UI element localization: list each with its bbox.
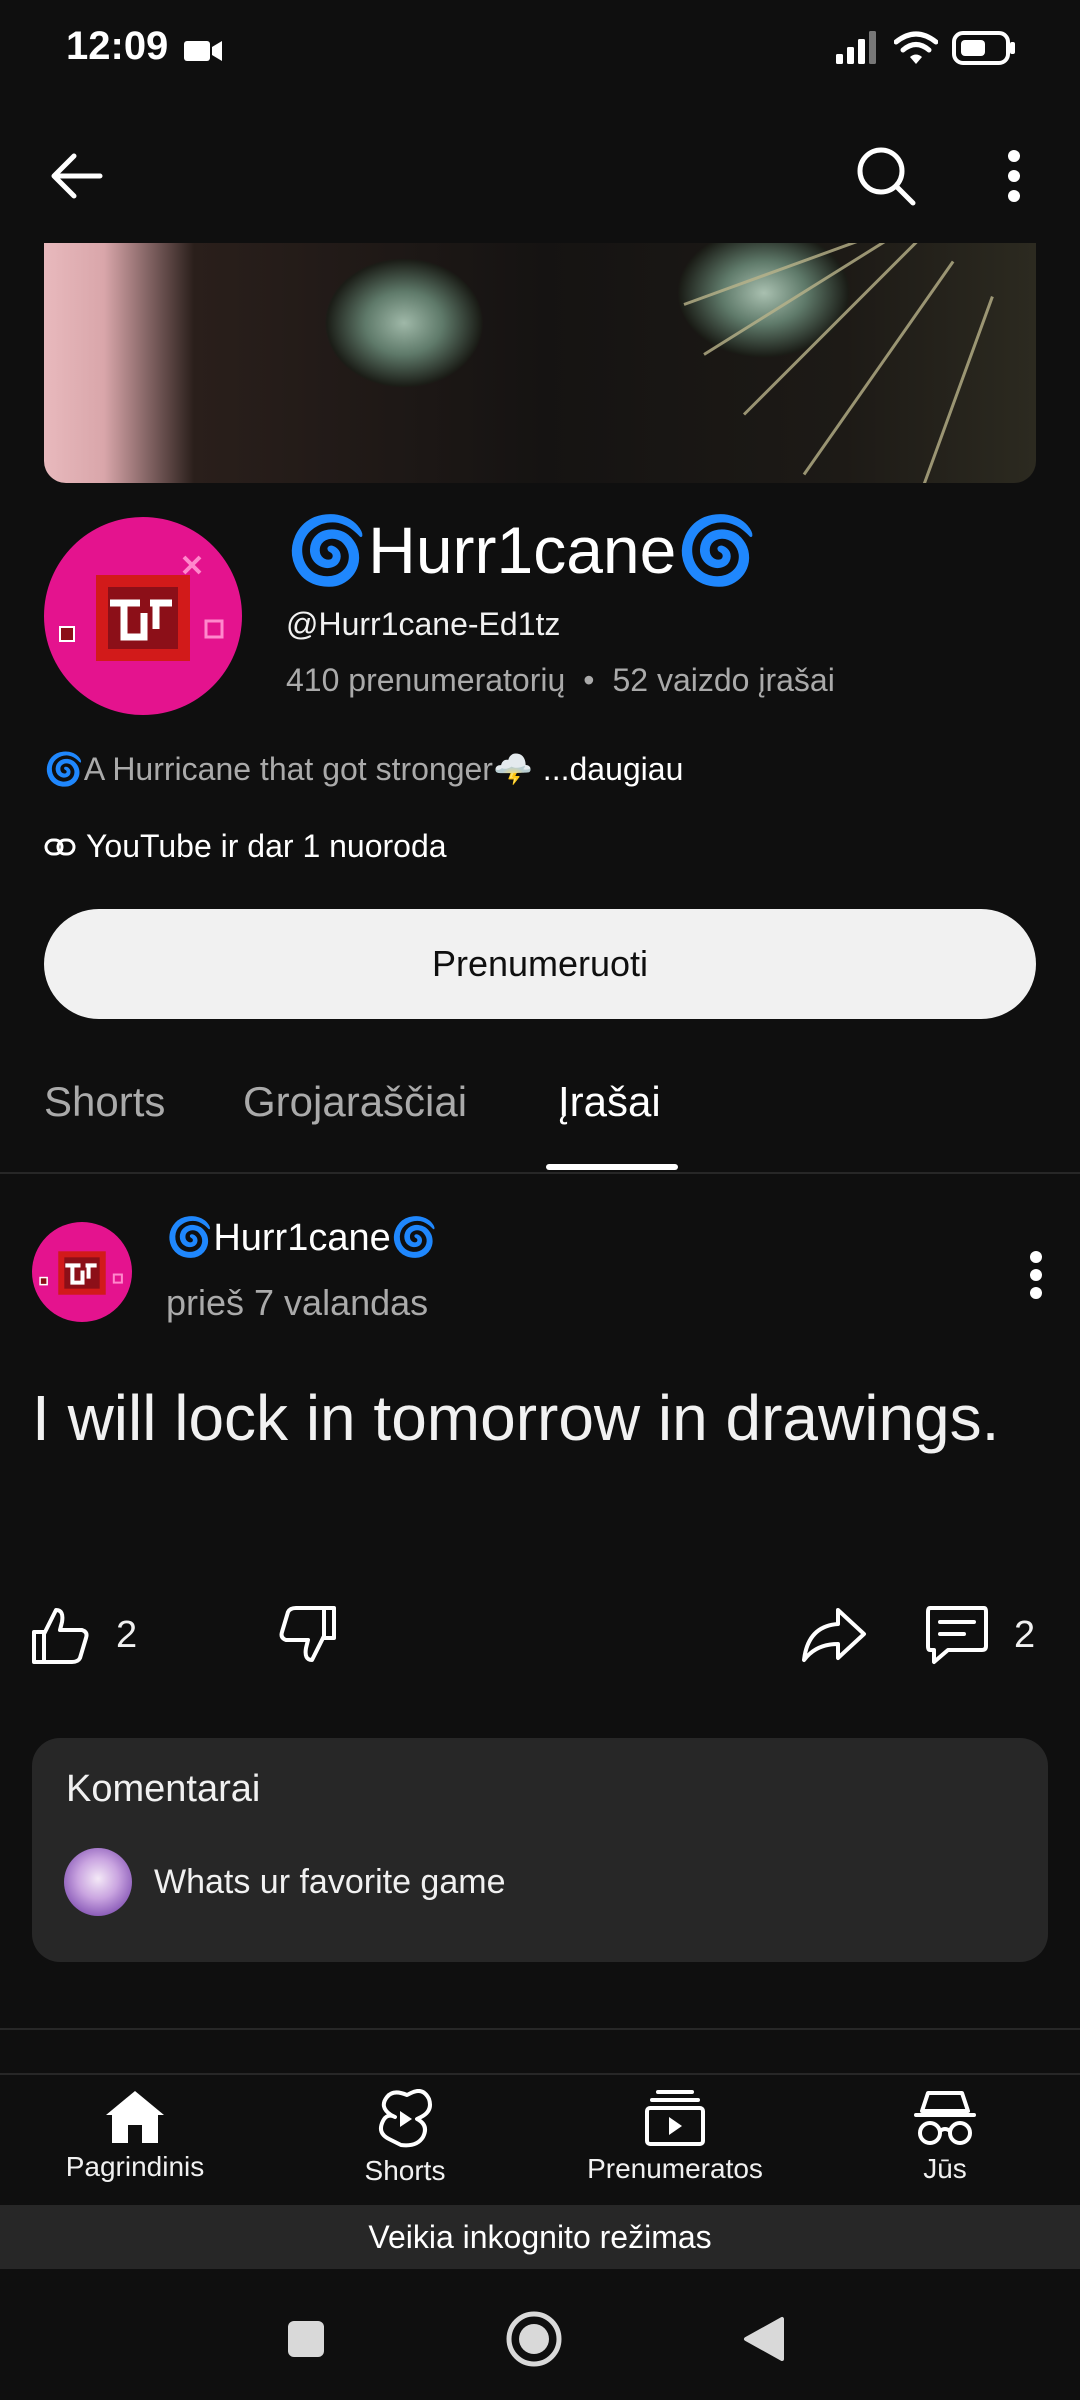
comment-icon: [926, 1606, 988, 1664]
bottom-navigation: Pagrindinis Shorts Prenumeratos Jūs: [0, 2073, 1080, 2207]
channel-description[interactable]: 🌀A Hurricane that got stronger🌩️ ...daugi…: [44, 750, 683, 788]
status-time: 12:09: [66, 24, 169, 68]
nav-item-subscriptions[interactable]: Prenumeratos: [555, 2089, 795, 2185]
search-icon: [857, 147, 916, 206]
channel-banner: [44, 243, 1036, 483]
channel-stats: 410 prenumeratorių • 52 vaizdo įrašai: [286, 662, 835, 699]
channel-links[interactable]: YouTube ir dar 1 nuoroda: [44, 828, 447, 865]
tab-posts[interactable]: Įrašai: [558, 1078, 661, 1126]
circle-icon: [506, 2311, 562, 2367]
channel-logo-icon: [59, 555, 224, 661]
more-vertical-icon: [1008, 150, 1020, 202]
signal-icon: [836, 31, 876, 64]
commenter-avatar: [64, 1848, 132, 1916]
subscribe-button[interactable]: Prenumeruoti: [44, 909, 1036, 1019]
comment-preview-text: Whats ur favorite game: [154, 1862, 506, 1901]
video-camera-icon: [184, 41, 222, 61]
back-button[interactable]: [40, 140, 112, 212]
nav-item-home[interactable]: Pagrindinis: [15, 2089, 255, 2183]
channel-tabs: Shorts Grojaraščiai Įrašai: [0, 1060, 1080, 1174]
stats-separator: •: [583, 662, 595, 698]
nav-item-you[interactable]: Jūs: [825, 2089, 1065, 2185]
incognito-icon: [914, 2091, 976, 2145]
square-icon: [288, 2321, 324, 2357]
thumbs-down-icon: [279, 1606, 336, 1662]
nav-label-home: Pagrindinis: [65, 2151, 205, 2182]
channel-avatar[interactable]: [44, 517, 242, 715]
thumbs-up-icon: [32, 1608, 89, 1664]
like-button[interactable]: 2: [30, 1604, 137, 1666]
recent-apps-button[interactable]: [266, 2299, 346, 2379]
back-system-button[interactable]: [724, 2299, 804, 2379]
links-label: YouTube ir dar 1 nuoroda: [86, 828, 447, 864]
triangle-back-icon: [744, 2317, 784, 2361]
subscriber-count: 410 prenumeratorių: [286, 662, 566, 698]
post-timestamp: prieš 7 valandas: [166, 1282, 429, 1323]
dislike-button[interactable]: [276, 1604, 338, 1671]
status-icons: [834, 30, 1016, 66]
arrow-left-icon: [51, 153, 103, 199]
post-more-options-button[interactable]: [1006, 1240, 1066, 1310]
comments-title: Komentarai: [66, 1768, 261, 1810]
channel-name: 🌀Hurr1cane🌀: [286, 513, 759, 587]
section-divider: [0, 2028, 1080, 2030]
description-more-link[interactable]: ...daugiau: [543, 751, 684, 787]
share-button[interactable]: [800, 1604, 868, 1671]
nav-item-shorts[interactable]: Shorts: [285, 2089, 525, 2187]
channel-logo-icon: [39, 1251, 123, 1295]
battery-icon: [952, 31, 1015, 65]
video-count: 52 vaizdo įrašai: [612, 662, 835, 698]
search-button[interactable]: [846, 136, 926, 216]
subscriptions-icon: [645, 2090, 705, 2146]
home-system-button[interactable]: [494, 2299, 574, 2379]
comments-card[interactable]: Komentarai Whats ur favorite game: [32, 1738, 1048, 1962]
more-vertical-icon: [1030, 1251, 1042, 1299]
nav-label-you: Jūs: [923, 2153, 967, 2184]
nav-label-shorts: Shorts: [364, 2155, 446, 2186]
system-navigation-bar: [0, 2269, 1080, 2400]
tab-playlists[interactable]: Grojaraščiai: [243, 1078, 467, 1126]
active-tab-indicator: [546, 1164, 678, 1170]
shorts-icon: [379, 2089, 432, 2148]
comment-count: 2: [1014, 1613, 1036, 1656]
share-icon: [802, 1608, 866, 1662]
more-options-button[interactable]: [984, 136, 1044, 216]
wifi-icon: [894, 31, 938, 64]
channel-handle: @Hurr1cane-Ed1tz: [286, 606, 561, 642]
comment-preview[interactable]: Whats ur favorite game: [64, 1848, 505, 1916]
incognito-banner: Veikia inkognito režimas: [0, 2205, 1080, 2269]
post-text: I will lock in tomorrow in drawings.: [32, 1382, 1000, 1454]
post-author-name[interactable]: 🌀Hurr1cane🌀: [166, 1216, 438, 1260]
nav-label-subscriptions: Prenumeratos: [587, 2153, 763, 2184]
post-author-avatar[interactable]: [32, 1222, 132, 1322]
home-icon: [106, 2091, 164, 2143]
comments-button[interactable]: 2: [924, 1604, 1035, 1666]
description-text: 🌀A Hurricane that got stronger🌩️: [44, 751, 533, 787]
link-icon: [44, 838, 76, 855]
tab-shorts[interactable]: Shorts: [44, 1078, 165, 1126]
like-count: 2: [116, 1613, 138, 1656]
